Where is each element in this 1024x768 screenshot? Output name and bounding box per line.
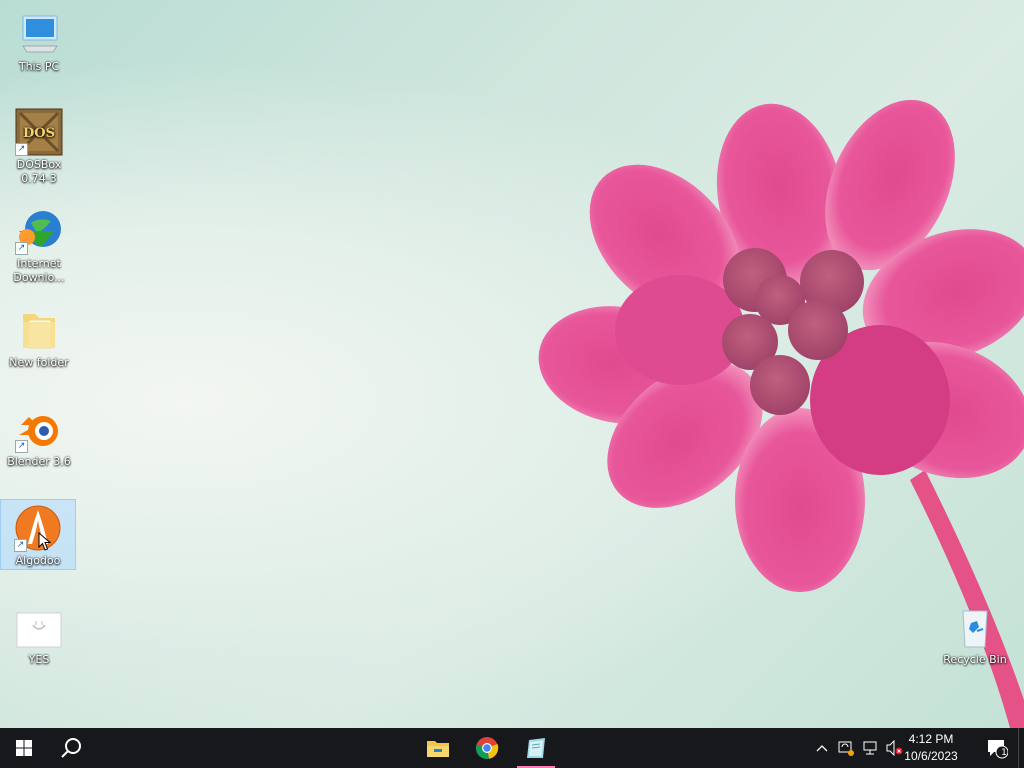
show-desktop-button[interactable] [1018,728,1024,768]
recycle-bin-icon [951,603,999,651]
desktop-icon-dosbox[interactable]: DOS ↗ DOSBox 0.74-3 [2,104,76,189]
computer-icon [15,10,63,58]
taskbar-file-explorer[interactable] [414,728,462,768]
action-center-button[interactable]: 1 [986,738,1008,759]
file-explorer-icon [427,741,449,757]
desktop-icon-label: DOSBox 0.74-3 [16,158,62,185]
desktop-icon-internet-download-manager[interactable]: ↗ Internet Downlo... [2,203,76,288]
blender-icon: ↗ [15,405,63,453]
desktop-icon-label: Recycle Bin [943,653,1007,666]
taskbar-chrome[interactable] [463,728,511,768]
desktop-icon-label: This PC [18,60,60,73]
blank-document-icon [15,603,63,651]
windows-logo-icon [16,740,32,756]
idm-icon: ↗ [15,207,63,255]
desktop-icon-label: New folder [9,356,69,369]
taskbar: 4:12 PM 10/6/2023 1 [0,728,1024,768]
clock[interactable]: 4:12 PM 10/6/2023 [896,731,966,765]
desktop-icon-label: YES [28,653,50,666]
mouse-cursor-icon [38,532,52,551]
desktop-icon-blender[interactable]: ↗ Blender 3.6 [2,401,76,472]
desktop-icon-new-folder[interactable]: New folder [2,302,76,373]
windows-update-tray-icon[interactable] [836,738,856,758]
desktop-icon-label: Internet Downlo... [13,257,65,284]
desktop-icon-label: Blender 3.6 [7,455,71,468]
clock-date: 10/6/2023 [904,749,958,763]
folder-icon [15,306,63,354]
start-button[interactable] [0,728,48,768]
chrome-icon [475,737,499,759]
clock-time: 4:12 PM [908,732,954,746]
flower-wallpaper [538,99,1024,728]
desktop-icon-yes[interactable]: YES [2,599,76,670]
desktop-icon-this-pc[interactable]: This PC [2,6,76,77]
search-icon [61,738,81,758]
network-icon[interactable] [860,738,880,758]
desktop-background: This PC DOS ↗ DOSBox 0.74-3 ↗ Internet D… [0,0,1024,728]
show-hidden-icons-chevron-up-icon[interactable] [812,738,832,758]
desktop-icon-recycle-bin[interactable]: Recycle Bin [938,599,1012,670]
search-button[interactable] [48,728,96,768]
notepad-icon [527,738,545,758]
notification-count-badge: 1 [1001,748,1007,758]
dosbox-icon: DOS ↗ [15,108,63,156]
svg-text:DOS: DOS [23,126,55,141]
desktop-icon-label: Algodoo [15,554,61,567]
taskbar-notepad[interactable] [512,728,560,768]
